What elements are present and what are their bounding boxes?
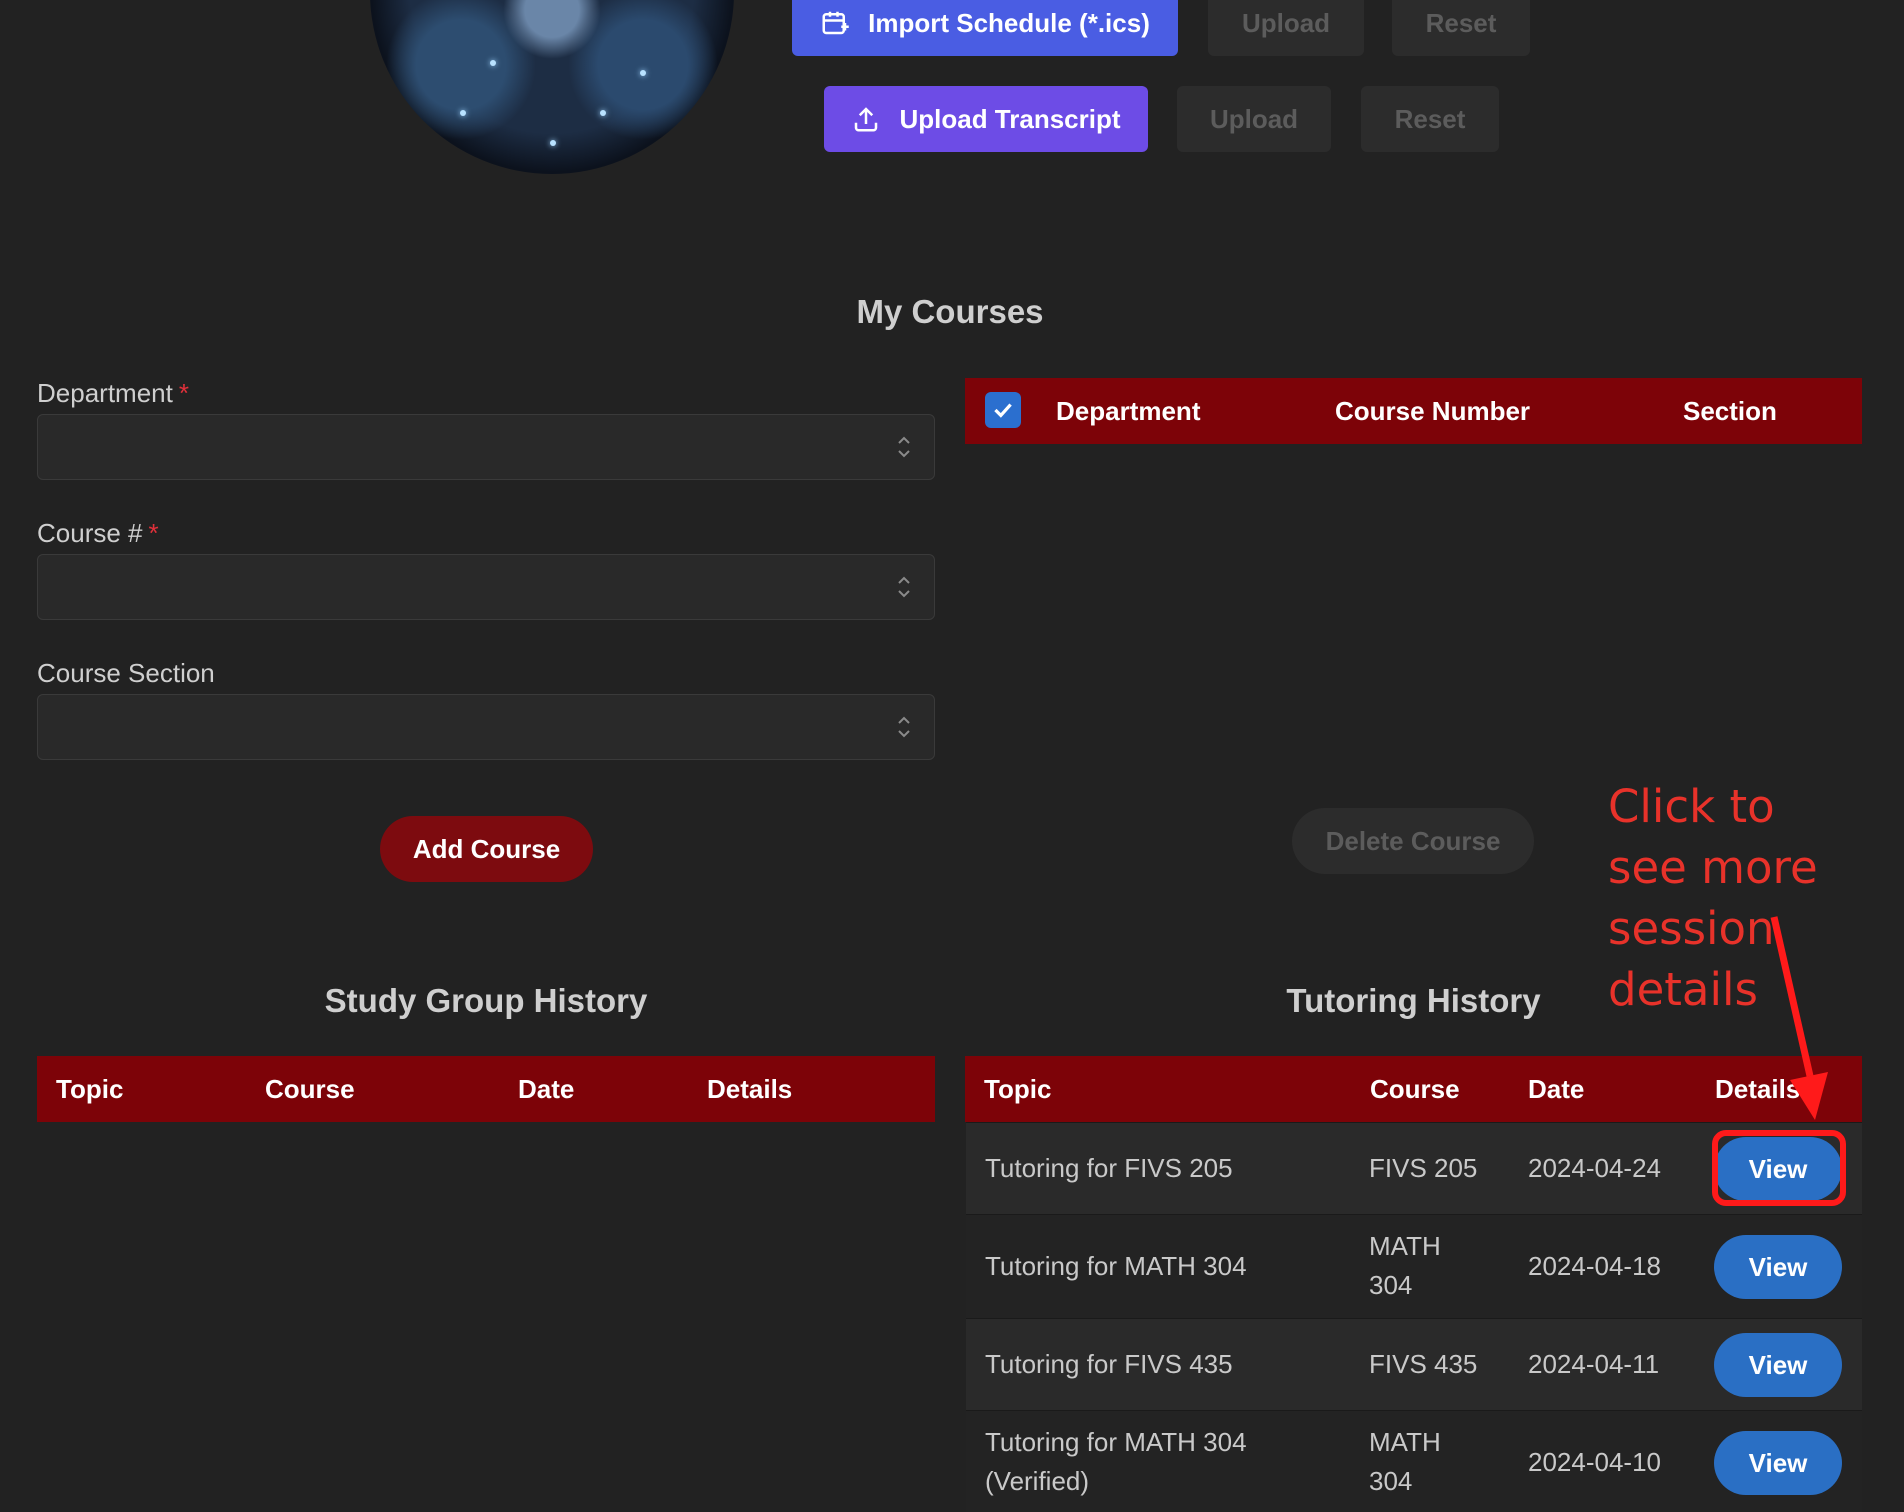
- annotation-highlight-box: [1712, 1130, 1846, 1206]
- annotation-arrow-icon: [1770, 916, 1828, 1120]
